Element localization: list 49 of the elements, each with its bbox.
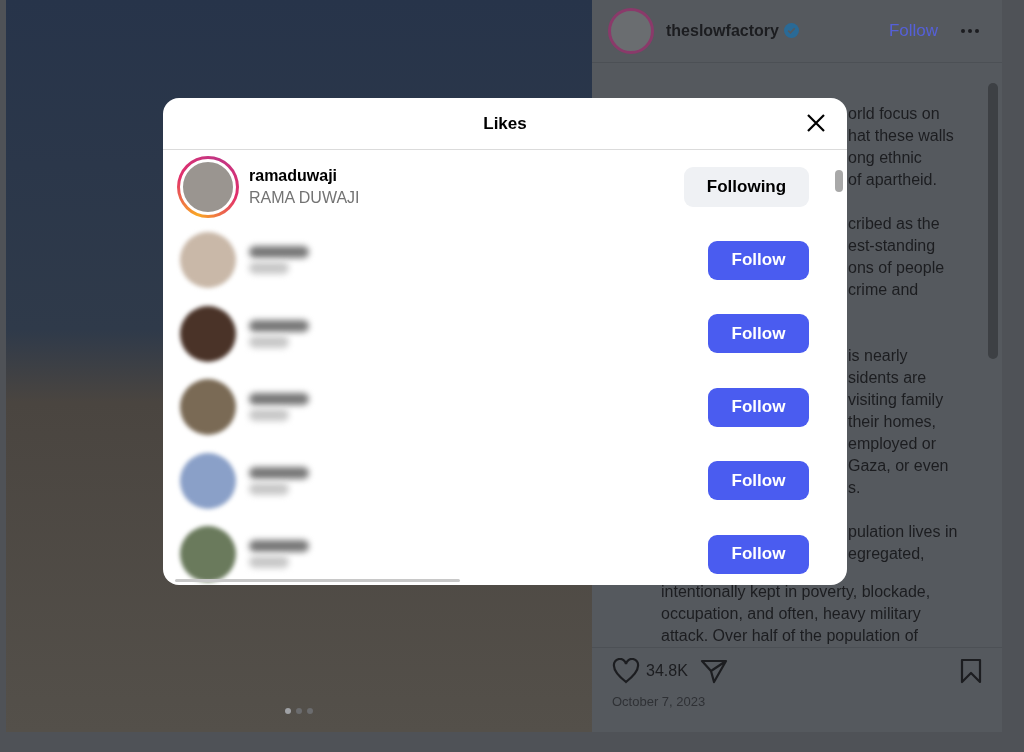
blurred-full-name	[249, 409, 289, 422]
follow-button[interactable]: Follow	[708, 534, 809, 574]
caption-text: hat these walls	[848, 125, 955, 146]
carousel-dot[interactable]	[285, 708, 291, 714]
full-name: RAMA DUWAJI	[249, 188, 361, 207]
caption-text: ons of people	[848, 257, 946, 278]
blurred-full-name	[249, 556, 289, 569]
carousel-dot[interactable]	[307, 708, 313, 714]
follow-button[interactable]: Follow	[708, 461, 809, 501]
caption-text: ong ethnic	[848, 147, 923, 168]
caption-text: egregated,	[848, 543, 926, 564]
blurred-username	[249, 246, 309, 259]
blurred-username	[249, 466, 309, 479]
caption-text: cribed as the	[848, 213, 941, 234]
dialog-title: Likes	[483, 113, 527, 134]
caption-text: employed or	[848, 433, 938, 454]
blurred-full-name	[249, 335, 289, 348]
close-icon[interactable]	[806, 113, 826, 133]
blurred-full-name	[249, 262, 289, 275]
caption-text: is nearly	[848, 345, 909, 366]
caption-text: attack. Over half of the population of	[660, 625, 920, 646]
caption-text: occupation, and often, heavy military	[660, 603, 922, 624]
caption-text: visiting family	[848, 389, 945, 410]
caption-text: est-standing	[848, 235, 937, 256]
blurred-username	[249, 319, 309, 332]
blurred-username	[249, 540, 309, 553]
caption-text: pulation lives in	[848, 521, 959, 542]
blurred-full-name	[249, 482, 289, 495]
caption-text: of apartheid.	[848, 169, 938, 190]
caption-text: orld focus on	[848, 103, 941, 124]
caption-text: s.	[848, 477, 862, 498]
follow-button[interactable]: Follow	[708, 240, 809, 280]
follow-button[interactable]: Follow	[708, 387, 809, 427]
scrollbar[interactable]	[175, 579, 460, 582]
bookmark-icon[interactable]	[960, 657, 982, 684]
following-button[interactable]: Following	[684, 166, 809, 207]
caption-text: sidents are	[848, 367, 928, 388]
caption-text: crime and	[848, 279, 920, 300]
heart-icon[interactable]	[612, 657, 640, 684]
send-icon[interactable]	[699, 657, 728, 684]
caption-text: Gaza, or even	[848, 455, 950, 476]
like-count: 34.8K	[646, 661, 688, 680]
caption-text: intentionally kept in poverty, blockade,	[660, 581, 932, 602]
caption-text: their homes,	[848, 411, 938, 432]
carousel-dot[interactable]	[296, 708, 302, 714]
follow-button[interactable]: Follow	[708, 314, 809, 354]
more-options-icon[interactable]	[960, 27, 980, 34]
blurred-username	[249, 393, 309, 406]
username[interactable]: ramaduwaji	[249, 166, 684, 185]
